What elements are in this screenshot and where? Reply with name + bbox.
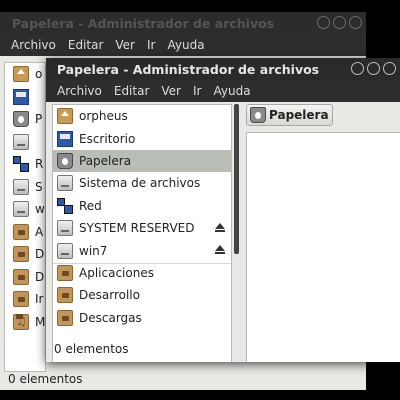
menu-ayuda[interactable]: Ayuda [208, 84, 255, 98]
network-icon [13, 156, 29, 173]
filesystem-drive-icon [13, 133, 29, 150]
sidebar-item[interactable]: A [5, 221, 45, 244]
menu-ver[interactable]: Ver [110, 38, 140, 52]
sidebar-item-papelera[interactable]: Papelera [53, 149, 231, 173]
drive-icon [57, 242, 73, 259]
sidebar-item[interactable]: o [5, 63, 45, 86]
sidebar-item-system-reserved[interactable]: SYSTEM RESERVED [53, 217, 231, 239]
menu-ir[interactable]: Ir [188, 84, 206, 98]
sidebar-places: o P R S w A D D Ir M [4, 62, 46, 372]
folder-icon [13, 223, 29, 240]
menu-ver[interactable]: Ver [156, 84, 186, 98]
window-title: Papelera - Administrador de archivos [56, 62, 320, 77]
sidebar-item-red[interactable]: Red [53, 195, 231, 217]
desktop-icon [13, 88, 29, 105]
sidebar-item[interactable]: D [5, 243, 45, 266]
menu-ir[interactable]: Ir [142, 38, 160, 52]
sidebar-item[interactable] [5, 86, 45, 109]
minimize-icon[interactable] [351, 62, 364, 75]
sidebar-item[interactable]: w [5, 198, 45, 221]
sidebar-item[interactable]: M [5, 311, 45, 334]
folder-development-icon [57, 287, 73, 304]
sidebar-item[interactable]: D [5, 266, 45, 289]
titlebar[interactable]: Papelera - Administrador de archivos [46, 58, 400, 80]
sidebar-item-aplicaciones[interactable]: Aplicaciones [53, 262, 231, 284]
sidebar-item-label: Escritorio [79, 131, 136, 146]
music-folder-icon [13, 313, 29, 330]
sidebar-item-sistema-de-archivos[interactable]: Sistema de archivos [53, 172, 231, 194]
sidebar-item-win7[interactable]: win7 [53, 239, 231, 261]
folder-applications-icon [57, 264, 73, 281]
folder-downloads-icon [57, 309, 73, 326]
path-button-papelera[interactable]: Papelera [246, 104, 333, 126]
path-label: Papelera [269, 108, 329, 122]
eject-icon[interactable] [215, 245, 225, 255]
sidebar-item-descargas[interactable]: Descargas [53, 307, 231, 329]
trash-icon [250, 107, 266, 123]
network-icon [57, 197, 73, 214]
menu-archivo[interactable]: Archivo [52, 84, 107, 98]
folder-icon [13, 246, 29, 263]
sidebar-item-label: orpheus [79, 109, 128, 124]
minimize-icon[interactable] [317, 16, 330, 29]
drive-icon [13, 178, 29, 195]
filesystem-drive-icon [57, 175, 73, 192]
sidebar-item-label: win7 [79, 243, 108, 258]
sidebar-item-label: SYSTEM RESERVED [79, 221, 195, 236]
status-text: 0 elementos [54, 342, 129, 356]
sidebar-item-label: Desarrollo [79, 288, 140, 303]
menu-editar[interactable]: Editar [63, 38, 109, 52]
sidebar-item-escritorio[interactable]: Escritorio [53, 127, 231, 149]
maximize-icon[interactable] [367, 62, 380, 75]
menubar: Archivo Editar Ver Ir Ayuda [46, 80, 400, 102]
file-view-area[interactable] [246, 132, 400, 362]
trash-icon [13, 111, 29, 128]
sidebar-item[interactable]: Ir [5, 288, 45, 311]
sidebar-item-label: Sistema de archivos [79, 176, 201, 191]
pane-splitter-handle[interactable] [234, 104, 239, 254]
sidebar-item[interactable]: P [5, 108, 45, 131]
menu-editar[interactable]: Editar [109, 84, 155, 98]
sidebar-item-label: Descargas [79, 310, 142, 325]
path-bar: Papelera [246, 104, 333, 126]
eject-icon[interactable] [215, 222, 225, 232]
titlebar[interactable]: Papelera - Administrador de archivos [0, 12, 366, 34]
sidebar-item[interactable] [5, 131, 45, 154]
folder-icon [13, 268, 29, 285]
sidebar-item[interactable]: R [5, 153, 45, 176]
desktop-icon [57, 130, 73, 147]
status-text: 0 elementos [8, 372, 83, 386]
sidebar-item-orpheus[interactable]: orpheus [53, 105, 231, 127]
home-folder-icon [13, 66, 29, 83]
sidebar-item-label: Papelera [79, 153, 132, 168]
menubar: Archivo Editar Ver Ir Ayuda [0, 34, 366, 56]
maximize-icon[interactable] [333, 16, 346, 29]
window-title: Papelera - Administrador de archivos [11, 16, 275, 31]
close-icon[interactable] [383, 62, 396, 75]
trash-icon [57, 152, 73, 169]
drive-icon [13, 201, 29, 218]
sidebar-item-label: Red [79, 198, 102, 213]
menu-ayuda[interactable]: Ayuda [162, 38, 209, 52]
sidebar-item-label: Aplicaciones [79, 265, 154, 280]
home-folder-icon [57, 108, 73, 125]
sidebar-item[interactable]: S [5, 176, 45, 199]
menu-archivo[interactable]: Archivo [6, 38, 61, 52]
close-icon[interactable] [349, 16, 362, 29]
file-manager-window[interactable]: Papelera - Administrador de archivos Arc… [46, 58, 400, 362]
sidebar-item-desarrollo[interactable]: Desarrollo [53, 284, 231, 306]
folder-icon [13, 291, 29, 308]
drive-icon [57, 220, 73, 237]
sidebar-places: orpheus Escritorio Papelera Sistema de a… [52, 104, 232, 362]
